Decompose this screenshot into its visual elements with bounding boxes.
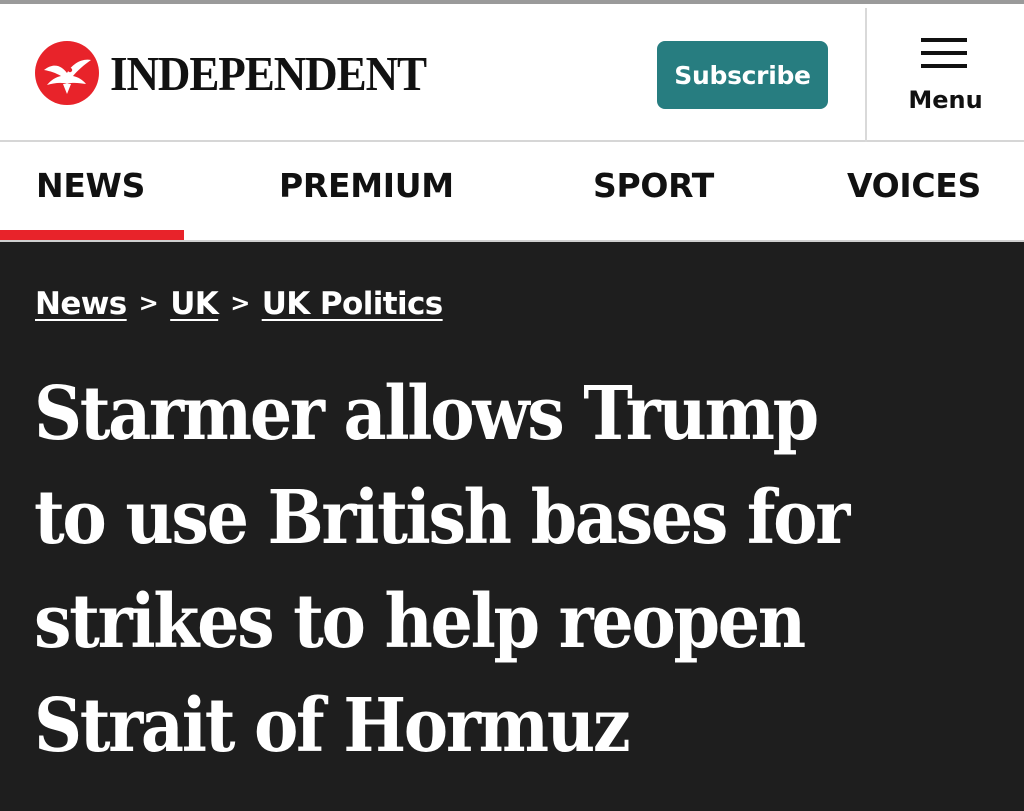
menu-label: Menu (908, 86, 983, 114)
breadcrumb-separator: > (230, 289, 250, 317)
breadcrumb: News > UK > UK Politics (35, 286, 443, 322)
article-header: News > UK > UK Politics Starmer allows Trump… (0, 242, 1024, 811)
site-header: INDEPENDENT Subscribe Menu (0, 0, 1024, 144)
nav-item-voices[interactable]: VOICES (847, 166, 981, 205)
nav-item-news[interactable]: NEWS (36, 166, 145, 205)
breadcrumb-uk-politics-link[interactable]: UK Politics (262, 286, 444, 322)
section-nav: NEWS PREMIUM SPORT VOICES (0, 142, 1024, 242)
breadcrumb-news-link[interactable]: News (35, 286, 127, 322)
nav-item-premium[interactable]: PREMIUM (279, 166, 454, 205)
brand-name: INDEPENDENT (110, 45, 427, 101)
hamburger-icon (921, 38, 967, 68)
breadcrumb-uk-link[interactable]: UK (170, 286, 219, 322)
subscribe-button[interactable]: Subscribe (657, 41, 828, 109)
article-headline: Starmer allows Trump to use British base… (34, 371, 850, 769)
menu-button[interactable]: Menu (867, 8, 1024, 144)
breadcrumb-separator: > (138, 289, 159, 317)
eagle-logo-icon (35, 41, 99, 105)
nav-active-indicator (0, 230, 184, 240)
site-logo[interactable]: INDEPENDENT (34, 40, 453, 106)
nav-item-sport[interactable]: SPORT (593, 166, 714, 205)
